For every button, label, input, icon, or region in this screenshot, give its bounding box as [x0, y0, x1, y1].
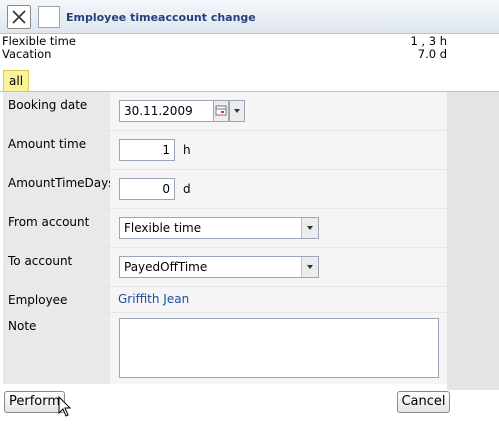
note-cell	[110, 313, 447, 384]
summary-value: 7.0 d	[417, 47, 447, 61]
chevron-down-icon	[307, 265, 313, 269]
to-account-value: PayedOffTime	[124, 260, 208, 274]
booking-date-cell: 30.11.2009	[110, 92, 447, 130]
cancel-button[interactable]: Cancel	[397, 391, 450, 413]
summary-label: Vacation	[2, 47, 52, 61]
date-dropdown-button[interactable]	[229, 100, 245, 122]
note-textarea[interactable]	[119, 318, 439, 378]
close-button[interactable]	[7, 5, 31, 29]
amount-time-label: Amount time	[3, 131, 110, 169]
summary-label: Flexible time	[2, 34, 76, 48]
summary-row-vacation: Vacation 7.0 d	[2, 48, 447, 61]
employee-link[interactable]: Griffith Jean	[118, 292, 189, 306]
tab-all[interactable]: all	[3, 70, 30, 92]
account-summary: Flexible time 1 , 3 h Vacation 7.0 d	[2, 35, 447, 61]
row-employee: Employee Griffith Jean	[3, 287, 447, 313]
from-account-label: From account	[3, 209, 110, 247]
employee-label: Employee	[3, 287, 110, 312]
timeaccount-form: Booking date 30.11.2009 Amount time 1 h	[3, 92, 447, 384]
summary-row-flexible-time: Flexible time 1 , 3 h	[2, 35, 447, 48]
note-label: Note	[3, 313, 110, 384]
to-account-select[interactable]: PayedOffTime	[119, 256, 319, 278]
from-account-select[interactable]: Flexible time	[119, 217, 319, 239]
chevron-down-icon	[307, 226, 313, 230]
row-from-account: From account Flexible time	[3, 209, 447, 248]
from-account-value: Flexible time	[124, 221, 202, 235]
title-bar: Employee timeaccount change	[0, 0, 499, 34]
from-account-dropdown-button[interactable]	[301, 218, 318, 238]
booking-date-label: Booking date	[3, 92, 110, 130]
button-bar: Perform Cancel	[0, 390, 499, 433]
window-checkbox[interactable]	[38, 6, 60, 28]
amount-time-input[interactable]: 1	[119, 139, 175, 161]
amount-time-unit: h	[183, 143, 191, 157]
to-account-label: To account	[3, 248, 110, 286]
amount-time-days-input[interactable]: 0	[119, 178, 175, 200]
row-to-account: To account PayedOffTime	[3, 248, 447, 287]
close-icon	[12, 10, 26, 24]
window-title: Employee timeaccount change	[66, 11, 256, 24]
calendar-icon	[215, 105, 227, 116]
amount-time-days-unit: d	[183, 182, 191, 196]
row-amount-time: Amount time 1 h	[3, 131, 447, 170]
right-side-panel	[447, 92, 499, 390]
perform-button[interactable]: Perform	[4, 391, 65, 413]
chevron-down-icon	[234, 109, 240, 113]
amount-time-days-label: AmountTimeDays	[3, 170, 114, 208]
row-note: Note	[3, 313, 447, 384]
to-account-cell: PayedOffTime	[110, 248, 447, 286]
booking-date-input[interactable]: 30.11.2009	[119, 100, 214, 122]
to-account-dropdown-button[interactable]	[301, 257, 318, 277]
amount-time-days-cell: 0 d	[110, 170, 447, 208]
employee-cell: Griffith Jean	[110, 287, 447, 312]
mouse-pointer-icon	[58, 396, 72, 417]
calendar-button[interactable]	[213, 100, 229, 122]
amount-time-cell: 1 h	[110, 131, 447, 169]
row-booking-date: Booking date 30.11.2009	[3, 92, 447, 131]
row-amount-time-days: AmountTimeDays 0 d	[3, 170, 447, 209]
from-account-cell: Flexible time	[110, 209, 447, 247]
